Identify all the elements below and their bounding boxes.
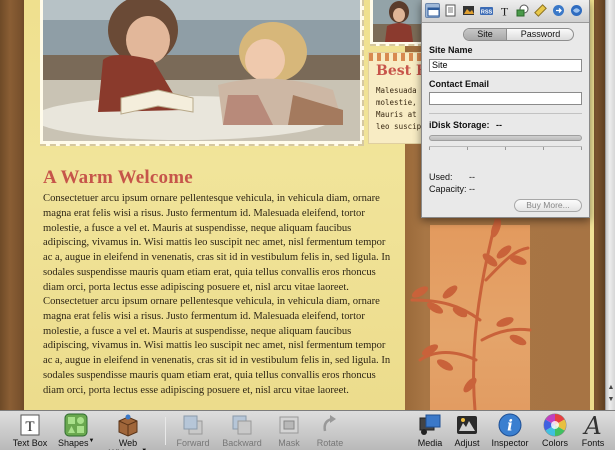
fonts-icon: A [581, 412, 605, 440]
send-backward-icon [230, 413, 254, 437]
fonts-button[interactable]: A Fonts [577, 412, 609, 448]
bottom-toolbar: T Text Box Shapes▼ Web Widgets▼ Forward … [0, 410, 615, 450]
document-inspector-icon[interactable] [443, 3, 458, 18]
color-wheel-icon [543, 413, 567, 437]
inspector-button[interactable]: i Inspector [489, 413, 531, 448]
side-text-box[interactable]: Best F Malesuada e molestie, a Mauris at… [368, 52, 428, 144]
bring-forward-icon [181, 413, 205, 437]
colors-button[interactable]: Colors [539, 413, 571, 448]
text-box-icon: T [18, 413, 42, 437]
site-name-label: Site Name [429, 45, 473, 55]
media-icon [418, 413, 442, 437]
metrics-inspector-icon[interactable] [533, 3, 548, 18]
storage-scale [429, 146, 582, 150]
capacity-label: Capacity: [429, 184, 467, 194]
forward-label: Forward [176, 438, 210, 448]
inspector-info-icon: i [498, 413, 522, 437]
capacity-value: -- [469, 184, 475, 194]
body-paragraph[interactable]: Consectetuer arcu ipsum ornare pellentes… [43, 295, 395, 399]
backward-label: Backward [222, 438, 262, 448]
idisk-storage-value: -- [496, 120, 503, 130]
site-name-field[interactable]: Site [429, 59, 582, 72]
shapes-label: Shapes [58, 438, 89, 448]
storage-usage-bar [429, 135, 582, 141]
toolbar-separator [165, 417, 166, 445]
fonts-label: Fonts [581, 438, 605, 448]
side-heading: Best F [376, 63, 426, 79]
text-box-button[interactable]: T Text Box [10, 413, 50, 448]
mask-button[interactable]: Mask [275, 413, 303, 448]
web-widgets-button[interactable]: Web Widgets▼ [100, 413, 156, 450]
colors-label: Colors [541, 438, 568, 448]
contact-email-field[interactable] [429, 92, 582, 105]
svg-text:RSS: RSS [481, 10, 493, 16]
media-label: Media [417, 438, 443, 448]
leaf-branch-decoration [410, 218, 532, 410]
rotate-button[interactable]: Rotate [314, 413, 346, 448]
rotate-label: Rotate [316, 438, 344, 448]
page-heading[interactable]: A Warm Welcome [43, 167, 193, 189]
mask-label: Mask [278, 438, 300, 448]
inspector-toolbar: RSS T [422, 0, 589, 23]
idisk-storage-text: iDisk Storage: [429, 120, 490, 130]
svg-text:A: A [582, 413, 601, 437]
web-widgets-label: Web Widgets [109, 438, 142, 450]
used-value: -- [469, 172, 475, 182]
photo-child [373, 0, 421, 42]
graphic-inspector-icon[interactable] [515, 3, 530, 18]
rotate-icon [318, 413, 342, 437]
body-paragraph[interactable]: Consectetuer arcu ipsum ornare pellentes… [43, 192, 395, 296]
backward-button[interactable]: Backward [220, 413, 264, 448]
mask-icon [277, 413, 301, 437]
link-inspector-icon[interactable] [551, 3, 566, 18]
scroll-up-arrow-icon[interactable]: ▲ [607, 383, 615, 392]
photo-two-girls-reading [43, 0, 360, 141]
tab-site[interactable]: Site [464, 29, 507, 40]
adjust-icon [455, 413, 479, 437]
inspector-label: Inspector [491, 438, 529, 448]
scroll-down-arrow-icon[interactable]: ▼ [607, 395, 615, 404]
buy-more-button[interactable]: Buy More... [514, 199, 582, 212]
svg-text:i: i [507, 417, 513, 435]
contact-email-label: Contact Email [429, 79, 490, 89]
text-inspector-icon[interactable]: T [497, 3, 512, 18]
svg-text:T: T [25, 419, 34, 435]
tab-password[interactable]: Password [508, 29, 573, 40]
publish-inspector-icon[interactable] [569, 3, 584, 18]
thumbnail-photo[interactable] [370, 0, 424, 46]
divider [429, 113, 582, 114]
forward-button[interactable]: Forward [174, 413, 212, 448]
web-widgets-icon [116, 413, 140, 437]
shapes-button[interactable]: Shapes▼ [58, 413, 94, 448]
text-box-label: Text Box [12, 438, 48, 448]
media-button[interactable]: Media [415, 413, 445, 448]
site-password-segmented-control: Site Password [463, 28, 574, 41]
adjust-label: Adjust [454, 438, 480, 448]
main-photo[interactable] [40, 0, 364, 146]
photo-inspector-icon[interactable] [461, 3, 476, 18]
scalloped-edge [369, 53, 427, 61]
page-inspector-icon[interactable] [425, 3, 440, 18]
used-label: Used: [429, 172, 453, 182]
adjust-button[interactable]: Adjust [451, 413, 483, 448]
inspector-panel[interactable]: RSS T Site Password Site Name Site Conta… [421, 0, 590, 218]
rss-inspector-icon[interactable]: RSS [479, 3, 494, 18]
vertical-scrollbar[interactable]: ▲ ▼ [605, 0, 615, 410]
svg-text:T: T [501, 5, 509, 18]
shapes-icon [64, 413, 88, 437]
idisk-storage-label: iDisk Storage: -- [429, 120, 502, 130]
